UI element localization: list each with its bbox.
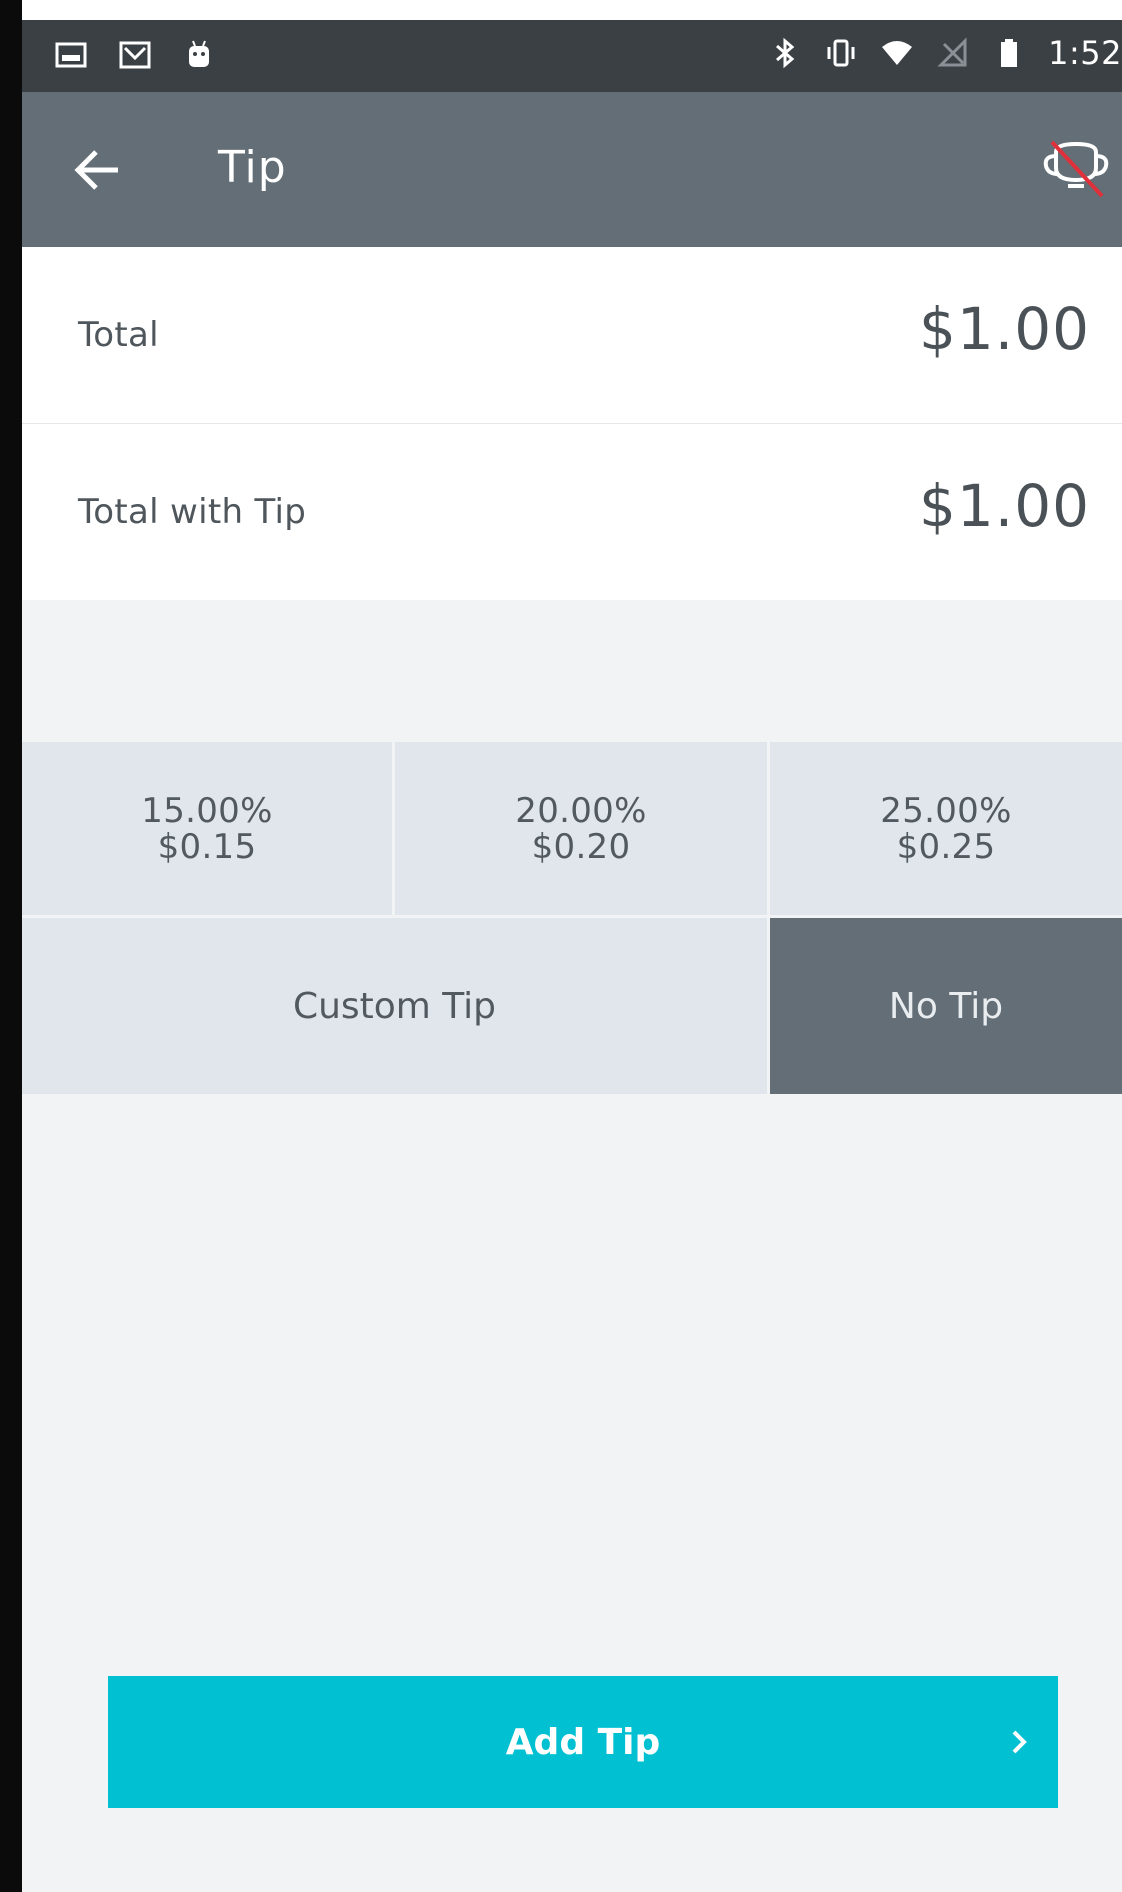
tip-option-15[interactable]: 15.00% $0.15 <box>22 742 392 915</box>
phone-screen: 1:52 Tip Total $1.00 Total with Tip $1.0… <box>22 20 1122 1892</box>
battery-icon <box>1001 39 1018 67</box>
total-value: $1.00 <box>918 295 1090 363</box>
bluetooth-icon <box>776 37 795 69</box>
wifi-icon <box>882 41 913 65</box>
total-with-tip-label: Total with Tip <box>78 492 307 532</box>
chevron-right-icon <box>1012 1730 1027 1754</box>
android-icon <box>189 40 209 67</box>
add-tip-label: Add Tip <box>505 1721 661 1763</box>
tip-amount: $0.25 <box>896 826 996 867</box>
total-label: Total <box>78 315 159 355</box>
vibrate-icon <box>827 39 855 67</box>
tip-amount: $0.20 <box>531 826 631 867</box>
tip-percent: 20.00% <box>515 790 647 831</box>
total-with-tip-row: Total with Tip $1.00 <box>22 424 1122 600</box>
custom-tip-button[interactable]: Custom Tip <box>22 918 767 1094</box>
status-bar: 1:52 <box>22 20 1122 92</box>
app-bar: Tip <box>22 92 1122 247</box>
tip-option-25[interactable]: 25.00% $0.25 <box>770 742 1122 915</box>
notification-icons <box>54 38 216 72</box>
gmail-icon <box>119 41 151 69</box>
back-arrow-icon[interactable] <box>70 142 126 198</box>
device-bezel <box>0 0 22 1892</box>
no-tip-button[interactable]: No Tip <box>770 918 1122 1094</box>
tip-amount: $0.15 <box>157 826 257 867</box>
top-margin <box>0 0 1122 20</box>
system-icons: 1:52 <box>768 34 1122 72</box>
clock: 1:52 <box>1048 34 1122 72</box>
add-tip-button[interactable]: Add Tip <box>108 1676 1058 1808</box>
total-row: Total $1.00 <box>22 247 1122 423</box>
device-frame: 1:52 Tip Total $1.00 Total with Tip $1.0… <box>0 0 1122 1892</box>
no-tip-label: No Tip <box>888 985 1004 1027</box>
no-signal-icon <box>937 37 967 67</box>
tip-percent: 25.00% <box>880 790 1012 831</box>
total-with-tip-value: $1.00 <box>918 472 1090 540</box>
page-title: Tip <box>218 142 287 193</box>
trophy-slashed-icon[interactable] <box>1036 130 1116 210</box>
image-icon <box>55 42 87 68</box>
custom-tip-label: Custom Tip <box>292 985 497 1027</box>
tip-percent: 15.00% <box>141 790 273 831</box>
tip-option-20[interactable]: 20.00% $0.20 <box>395 742 767 915</box>
